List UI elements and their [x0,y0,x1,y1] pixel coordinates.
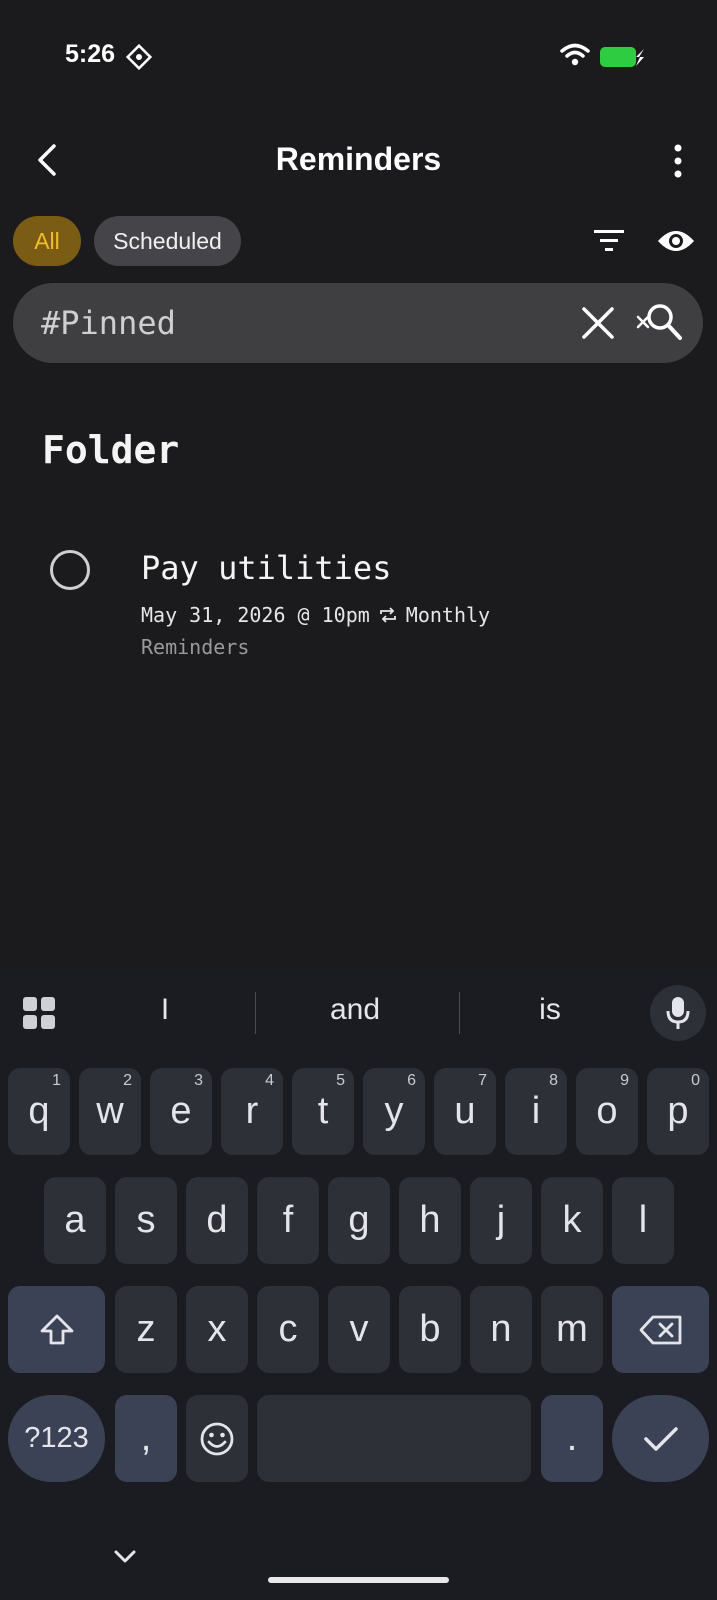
chip-all[interactable]: All [13,216,81,266]
suggestion-divider [459,992,460,1034]
microphone-button[interactable] [650,985,706,1041]
key-q[interactable]: q1 [8,1068,70,1155]
reminder-repeat: Monthly [405,603,491,627]
key-f[interactable]: f [257,1177,319,1264]
key-i[interactable]: i8 [505,1068,567,1155]
home-indicator[interactable] [268,1577,449,1583]
suggestion-2[interactable]: and [295,993,415,1027]
status-time: 5:26 [65,40,116,68]
key-a[interactable]: a [44,1177,106,1264]
section-title: Folder [42,428,180,472]
search-input[interactable] [41,283,541,363]
suggestion-3[interactable]: is [500,993,600,1027]
key-w[interactable]: w2 [79,1068,141,1155]
suggestion-divider [255,992,256,1034]
reminder-date: May 31, 2026 @ 10pm [141,603,370,627]
shift-icon [40,1314,73,1344]
key-y[interactable]: y6 [363,1068,425,1155]
filter-icon[interactable] [592,226,626,256]
chip-scheduled[interactable]: Scheduled [94,216,241,266]
key-l[interactable]: l [612,1177,674,1264]
comma-key[interactable]: , [115,1395,177,1482]
complete-radio-button[interactable] [50,550,90,590]
apps-grid-icon[interactable] [22,996,56,1030]
key-s[interactable]: s [115,1177,177,1264]
key-k[interactable]: k [541,1177,603,1264]
key-j[interactable]: j [470,1177,532,1264]
reminder-list-name: Reminders [141,635,250,659]
key-c[interactable]: c [257,1286,319,1373]
key-m[interactable]: m [541,1286,603,1373]
period-key[interactable]: . [541,1395,603,1482]
key-u[interactable]: u7 [434,1068,496,1155]
visibility-icon[interactable] [656,226,696,256]
emoji-key[interactable] [186,1395,248,1482]
search-off-icon[interactable] [636,300,684,344]
backspace-icon [639,1315,681,1344]
key-d[interactable]: d [186,1177,248,1264]
space-key[interactable] [257,1395,531,1482]
reminder-title[interactable]: Pay utilities [141,549,391,587]
reminder-schedule: May 31, 2026 @ 10pm Monthly [141,603,490,627]
key-e[interactable]: e3 [150,1068,212,1155]
keyboard [0,968,717,1600]
emoji-icon [200,1422,234,1455]
key-g[interactable]: g [328,1177,390,1264]
key-o[interactable]: o9 [576,1068,638,1155]
suggestion-1[interactable]: I [120,993,210,1027]
symbols-key[interactable]: ?123 [8,1395,105,1482]
key-x[interactable]: x [186,1286,248,1373]
key-v[interactable]: v [328,1286,390,1373]
app-notification-icon [126,44,152,70]
backspace-key[interactable] [612,1286,709,1373]
key-t[interactable]: t5 [292,1068,354,1155]
key-b[interactable]: b [399,1286,461,1373]
key-h[interactable]: h [399,1177,461,1264]
page-title: Reminders [275,141,442,177]
hide-keyboard-icon[interactable] [112,1548,138,1566]
key-p[interactable]: p0 [647,1068,709,1155]
checkmark-icon [643,1426,678,1451]
wifi-icon [560,43,590,66]
shift-key[interactable] [8,1286,105,1373]
key-n[interactable]: n [470,1286,532,1373]
battery-charging-icon [600,47,644,67]
repeat-icon [379,607,396,623]
more-options-icon[interactable] [666,142,690,182]
clear-search-icon[interactable] [580,303,616,343]
microphone-icon [666,997,690,1029]
done-key[interactable] [612,1395,709,1482]
key-z[interactable]: z [115,1286,177,1373]
key-r[interactable]: r4 [221,1068,283,1155]
